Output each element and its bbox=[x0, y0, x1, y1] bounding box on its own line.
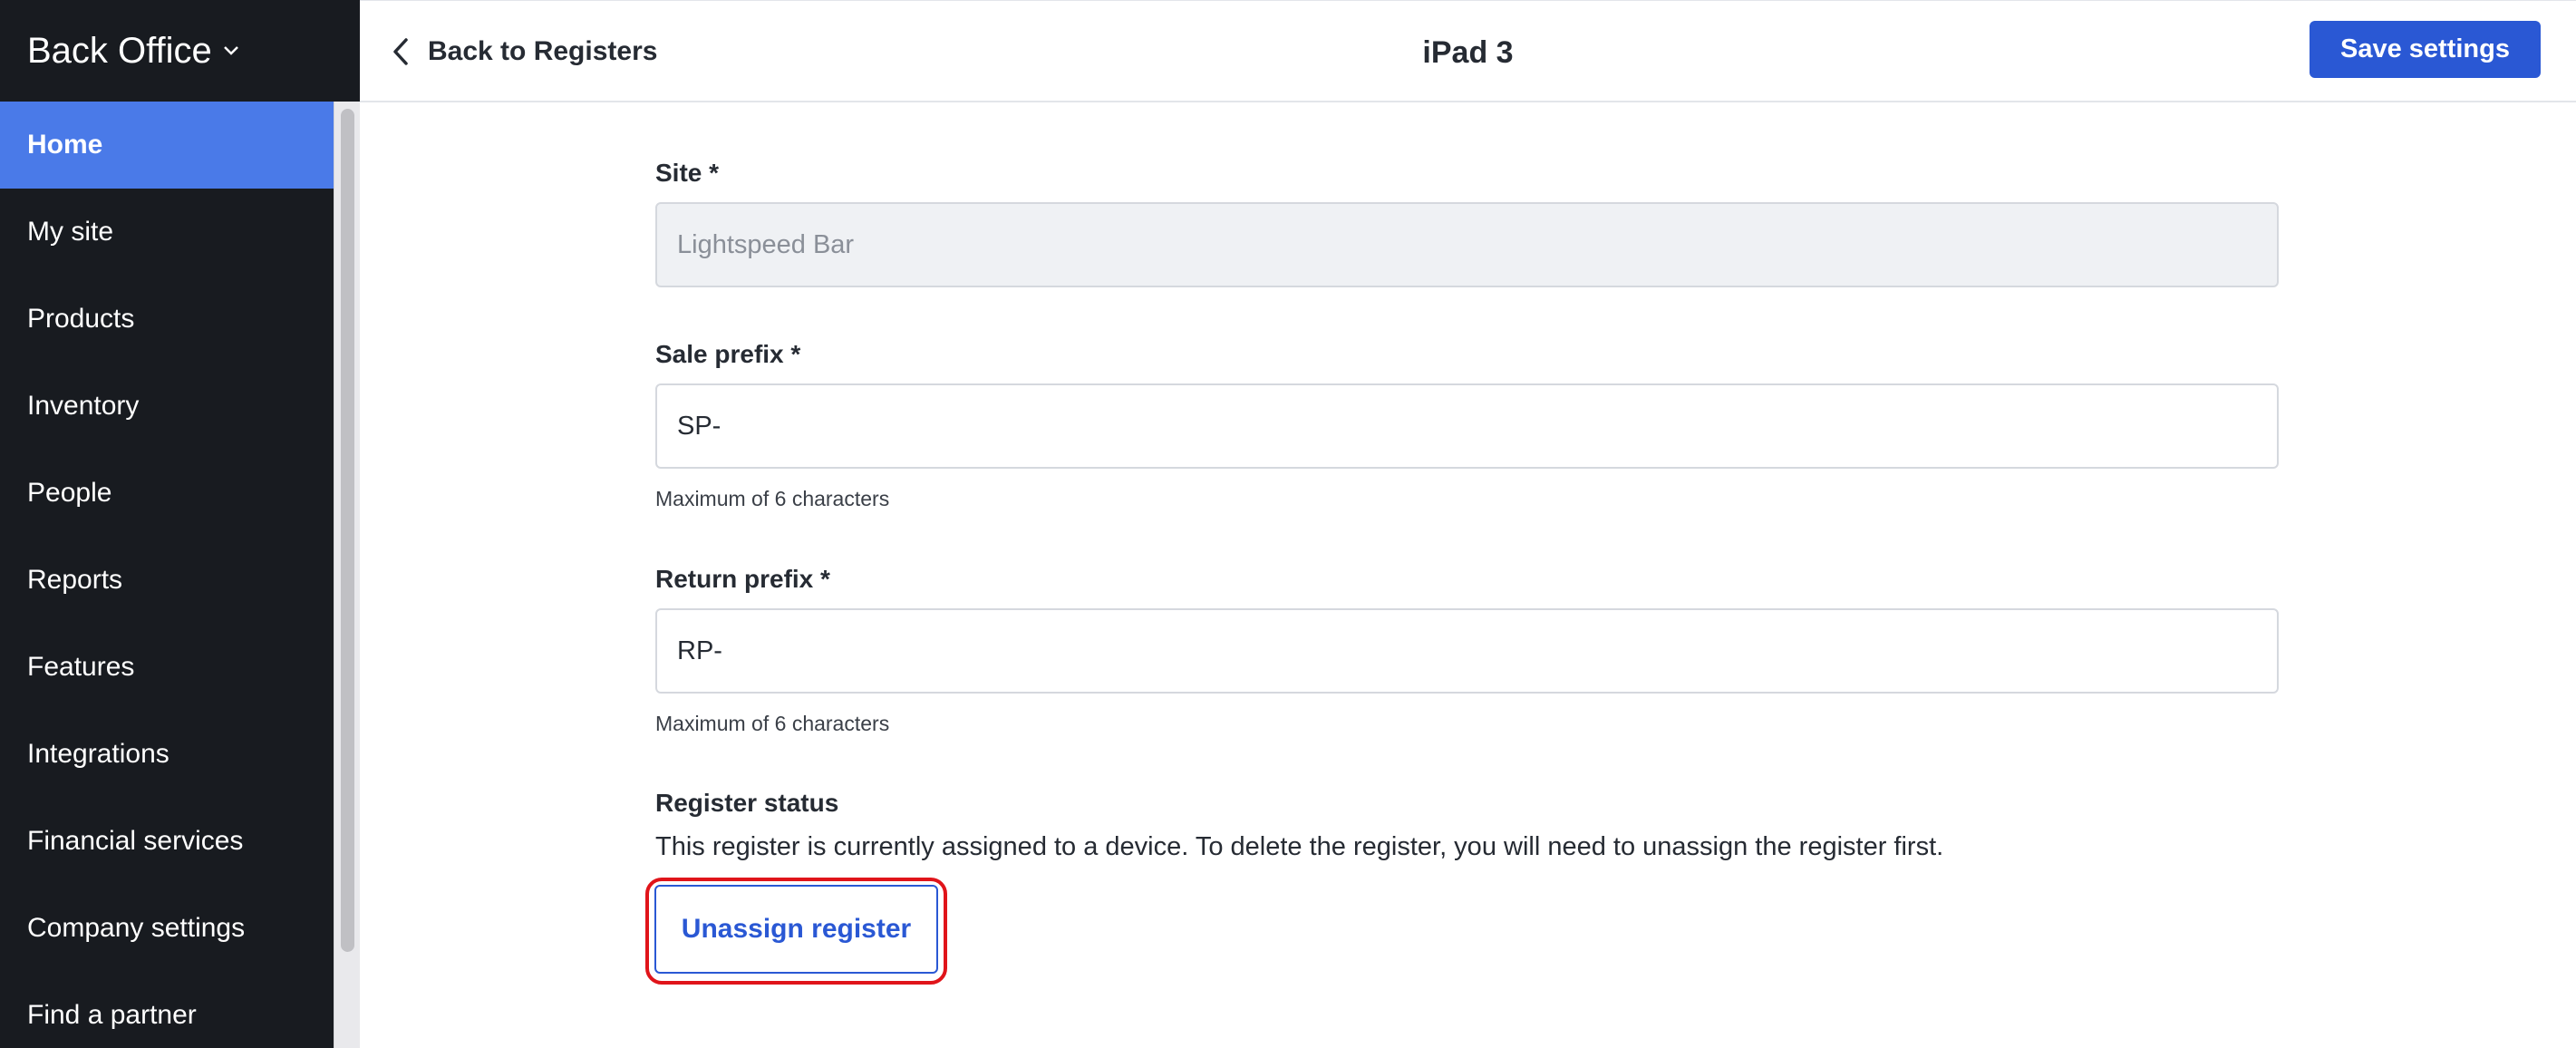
sidebar-item-label: Financial services bbox=[27, 826, 244, 856]
back-link-label: Back to Registers bbox=[428, 36, 658, 66]
sidebar-item-label: Company settings bbox=[27, 913, 246, 943]
sidebar-item-label: Find a partner bbox=[27, 1000, 197, 1030]
register-status-description: This register is currently assigned to a… bbox=[655, 832, 1944, 861]
page-header: Back to Registers iPad 3 Save settings bbox=[360, 0, 2576, 102]
sidebar-item-inventory[interactable]: Inventory bbox=[0, 363, 334, 450]
sidebar-item-company-settings[interactable]: Company settings bbox=[0, 885, 334, 972]
sidebar-item-label: Inventory bbox=[27, 391, 140, 421]
sale-prefix-label: Sale prefix * bbox=[655, 340, 801, 368]
sidebar-item-label: Reports bbox=[27, 565, 123, 595]
sidebar-scrollbar[interactable] bbox=[334, 102, 360, 1048]
sidebar-item-products[interactable]: Products bbox=[0, 276, 334, 363]
page-title: iPad 3 bbox=[1422, 35, 1514, 70]
sidebar-scrollbar-thumb[interactable] bbox=[341, 109, 354, 952]
back-to-registers-link[interactable]: Back to Registers bbox=[392, 28, 657, 75]
sidebar-item-find-a-partner[interactable]: Find a partner bbox=[0, 972, 334, 1048]
sidebar-item-reports[interactable]: Reports bbox=[0, 537, 334, 624]
sidebar-item-my-site[interactable]: My site bbox=[0, 189, 334, 276]
sidebar-item-label: Products bbox=[27, 304, 135, 334]
site-field bbox=[655, 202, 2279, 287]
brand-label: Back Office bbox=[27, 30, 212, 71]
sidebar-item-integrations[interactable]: Integrations bbox=[0, 711, 334, 798]
return-prefix-field[interactable] bbox=[655, 608, 2279, 694]
sidebar-item-label: Features bbox=[27, 652, 135, 682]
register-settings-form: Site * Sale prefix * Maximum of 6 charac… bbox=[360, 104, 2576, 1048]
site-label: Site * bbox=[655, 159, 720, 187]
sidebar-item-home[interactable]: Home bbox=[0, 102, 334, 189]
back-office-menu[interactable]: Back Office bbox=[0, 0, 360, 102]
save-settings-button[interactable]: Save settings bbox=[2310, 21, 2541, 78]
chevron-left-icon bbox=[393, 38, 408, 65]
app-root: Back Office Home My site Products Invent… bbox=[0, 0, 2576, 1048]
sidebar-item-features[interactable]: Features bbox=[0, 624, 334, 711]
chevron-down-icon bbox=[223, 45, 239, 56]
sidebar-item-label: People bbox=[27, 478, 112, 508]
sidebar-item-label: Integrations bbox=[27, 739, 169, 769]
register-status-label: Register status bbox=[655, 789, 839, 817]
unassign-register-button[interactable]: Unassign register bbox=[654, 885, 938, 974]
sidebar-item-label: My site bbox=[27, 217, 114, 247]
sale-prefix-hint: Maximum of 6 characters bbox=[655, 487, 890, 510]
sale-prefix-field[interactable] bbox=[655, 383, 2279, 469]
sidebar-nav: Home My site Products Inventory People R… bbox=[0, 102, 334, 1048]
sidebar-item-people[interactable]: People bbox=[0, 450, 334, 537]
sidebar-item-financial-services[interactable]: Financial services bbox=[0, 798, 334, 885]
sidebar: Back Office Home My site Products Invent… bbox=[0, 0, 360, 1048]
return-prefix-label: Return prefix * bbox=[655, 565, 830, 593]
sidebar-item-label: Home bbox=[27, 130, 103, 160]
return-prefix-hint: Maximum of 6 characters bbox=[655, 712, 890, 735]
